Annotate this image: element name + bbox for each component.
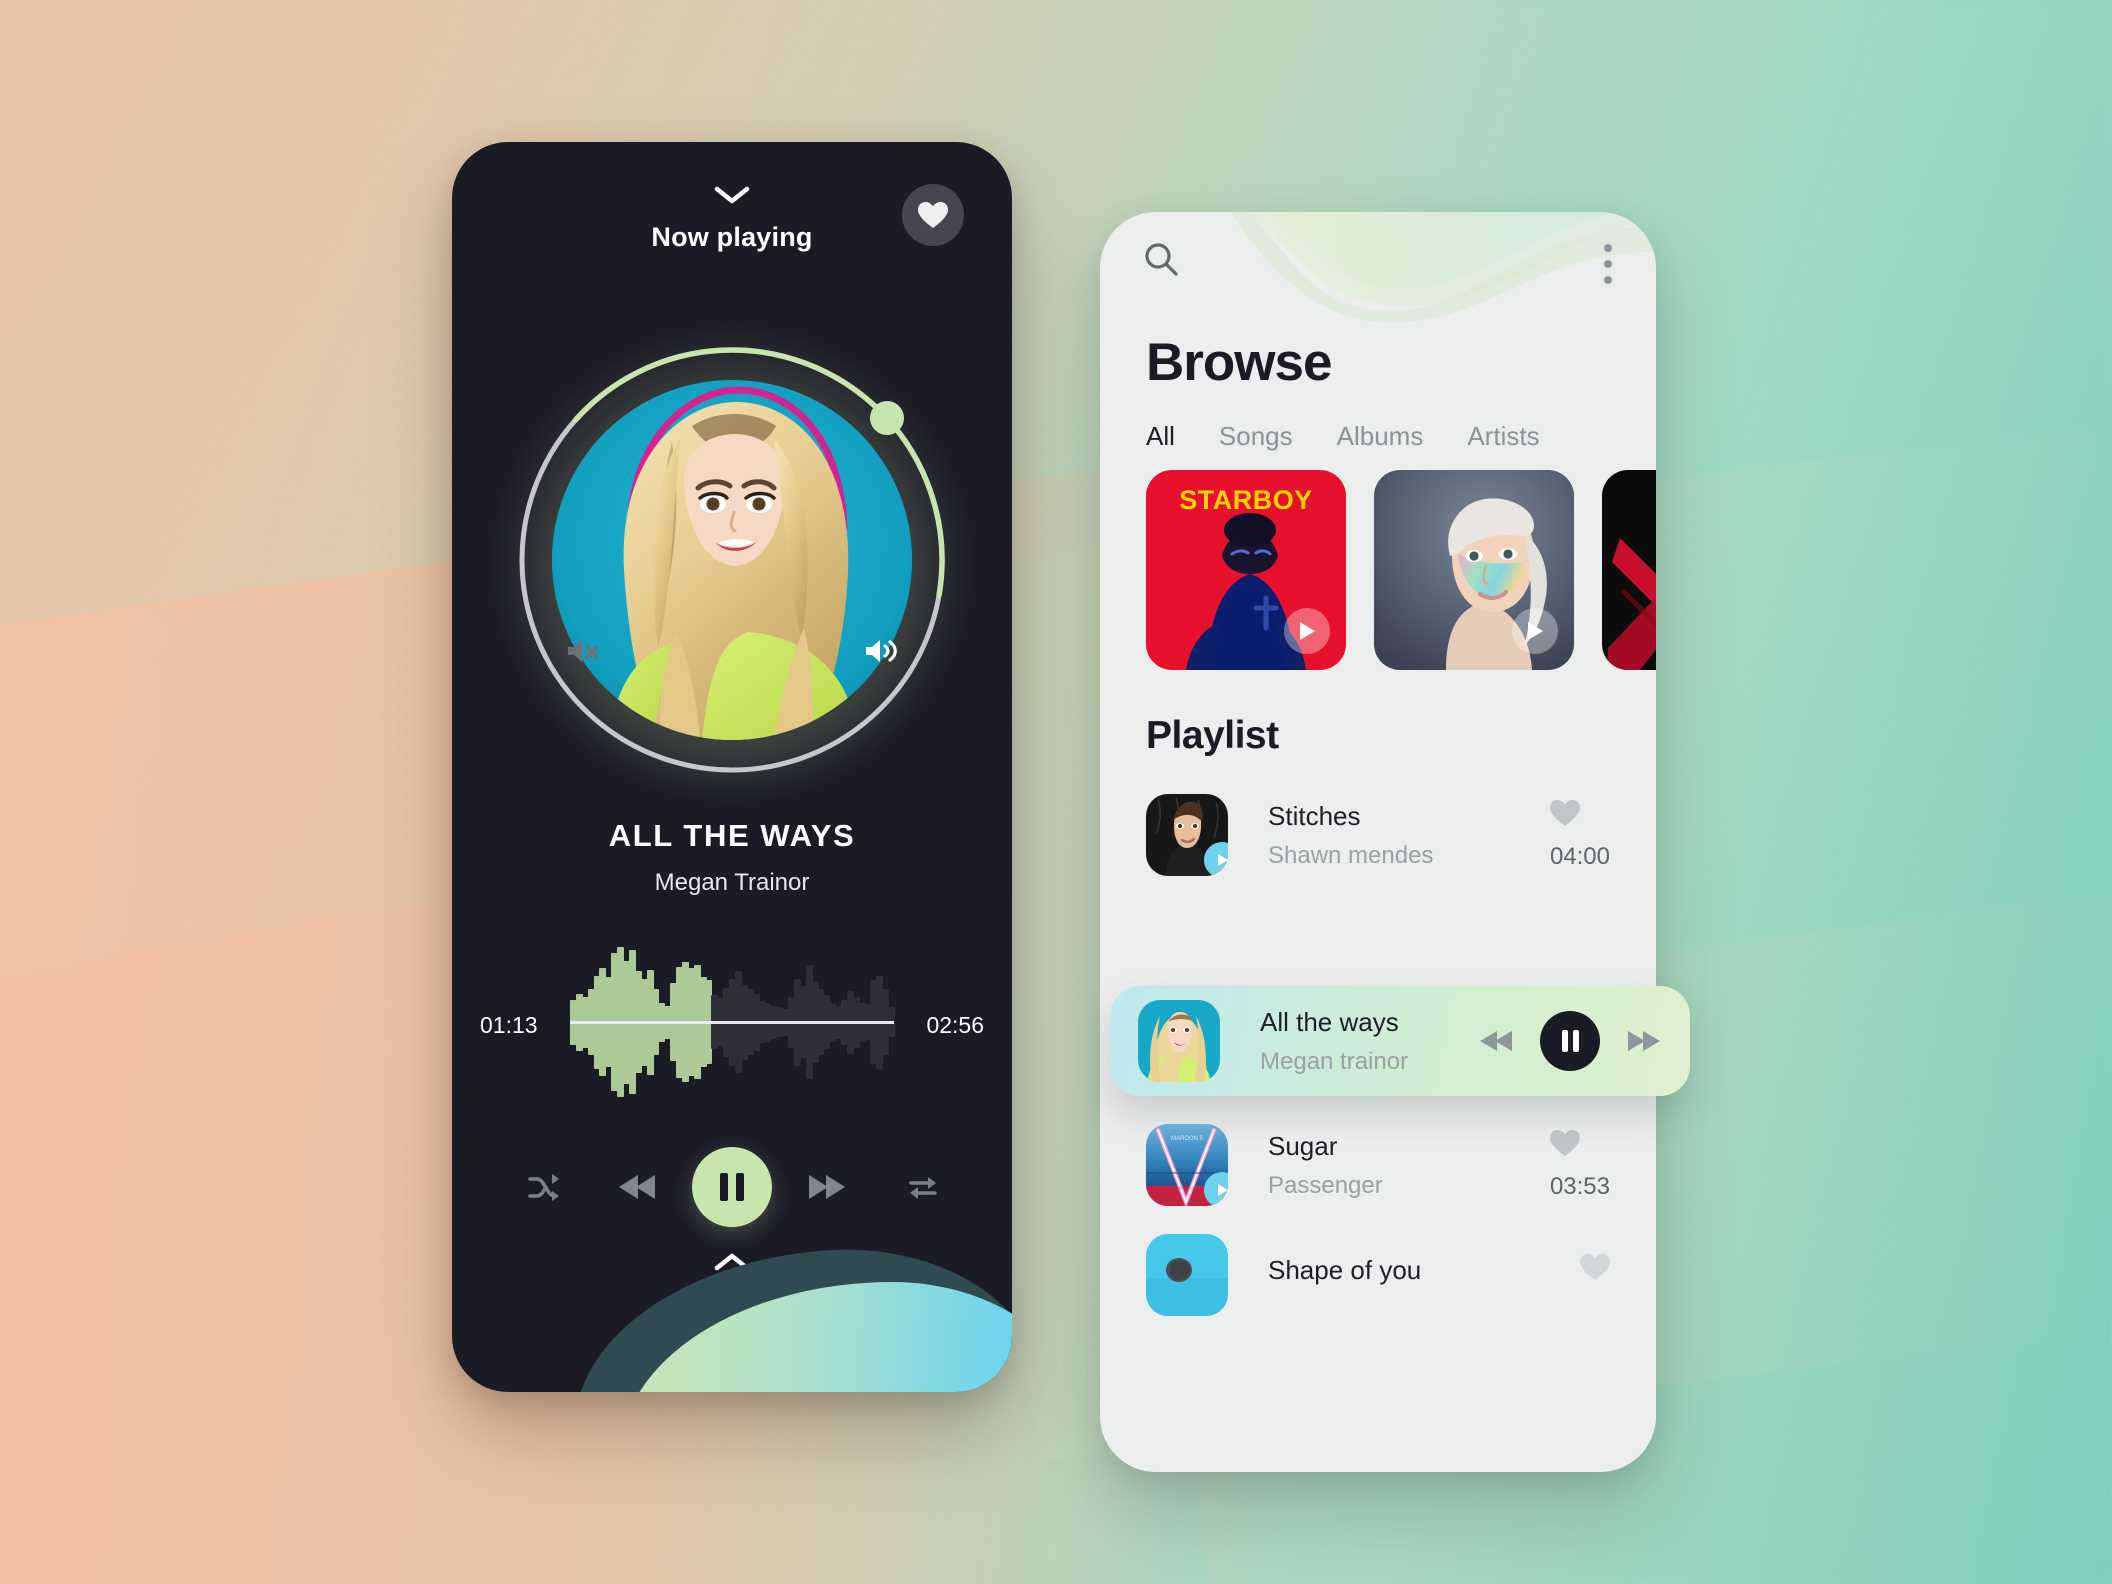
list-fade-overlay: [1100, 1362, 1656, 1472]
sweetener-album-card[interactable]: [1374, 470, 1574, 670]
shuffle-button[interactable]: [528, 1172, 562, 1202]
tab-songs[interactable]: Songs: [1219, 421, 1293, 452]
browse-tabs: All Songs Albums Artists: [1146, 421, 1540, 452]
rewind-icon: [1480, 1031, 1512, 1051]
favorite-heart-icon[interactable]: [1580, 1253, 1610, 1281]
pause-icon: [720, 1173, 728, 1201]
now-playing-thumbnail: [1138, 1000, 1220, 1082]
play-icon: [1528, 622, 1543, 640]
volume-up-icon[interactable]: [864, 637, 898, 665]
album-artwork: [552, 380, 912, 740]
tab-albums[interactable]: Albums: [1337, 421, 1424, 452]
page-title: Browse: [1146, 333, 1332, 392]
tab-all[interactable]: All: [1146, 421, 1175, 452]
list-item[interactable]: Stitches Shawn mendes 04:00: [1100, 780, 1656, 890]
player-controls: [452, 1142, 1012, 1232]
track-duration: 03:53: [1549, 1172, 1610, 1200]
list-item[interactable]: Shape of you: [1100, 1220, 1656, 1330]
now-playing-controls: [1478, 1011, 1662, 1071]
play-icon: [1216, 1293, 1229, 1307]
now-playing-next-button[interactable]: [1626, 1029, 1662, 1053]
next-button[interactable]: [807, 1173, 847, 1201]
more-vertical-icon: [1604, 276, 1612, 284]
pause-icon: [1561, 1030, 1568, 1052]
now-playing-artist-text: Megan trainor: [1260, 1047, 1409, 1075]
track-duration: 04:00: [1549, 842, 1610, 870]
album-card-carousel[interactable]: STARBOY: [1146, 470, 1656, 670]
track-artist: Passenger: [1268, 1171, 1383, 1199]
time-total: 02:56: [926, 1012, 984, 1038]
album-art-progress[interactable]: [502, 330, 962, 790]
track-title: Sugar: [1268, 1130, 1338, 1161]
player-song-title: ALL THE WAYS: [608, 818, 856, 853]
list-item[interactable]: MAROON 5 Sugar Passenger 03:53: [1100, 1110, 1656, 1220]
track-title: Stitches: [1268, 800, 1361, 831]
track-artist: Shawn mendes: [1268, 841, 1434, 869]
now-playing-previous-button[interactable]: [1478, 1029, 1514, 1053]
browse-phone-screen: Browse All Songs Albums Artists STARBOY: [1100, 212, 1656, 1472]
playlist-heading: Playlist: [1146, 714, 1279, 757]
repeat-button[interactable]: [906, 1172, 940, 1202]
pause-icon: [1572, 1030, 1579, 1052]
now-playing-pause-button[interactable]: [1540, 1011, 1600, 1071]
play-icon: [1300, 622, 1315, 640]
track-play-button[interactable]: [1204, 1172, 1228, 1206]
play-icon: [1217, 1184, 1228, 1196]
svg-text:MAROON 5: MAROON 5: [1171, 1136, 1204, 1142]
tab-artists[interactable]: Artists: [1467, 421, 1539, 452]
waveform-center-line: [570, 1021, 894, 1024]
track-play-button[interactable]: [1204, 842, 1228, 876]
previous-button[interactable]: [617, 1173, 657, 1201]
more-options-button[interactable]: [1604, 244, 1612, 284]
starboy-album-title: STARBOY: [1179, 485, 1313, 515]
heart-icon: [918, 201, 948, 228]
now-playing-row[interactable]: All the ways Megan trainor: [1110, 986, 1690, 1096]
track-title: Shape of you: [1268, 1254, 1422, 1285]
favorite-button[interactable]: [902, 184, 964, 246]
fast-forward-icon: [809, 1175, 845, 1199]
rewind-icon: [619, 1175, 655, 1199]
card-play-button[interactable]: [1512, 608, 1558, 654]
player-song-artist: Megan Trainor: [654, 869, 810, 896]
starboy-album-card[interactable]: STARBOY: [1146, 470, 1346, 670]
play-pause-button[interactable]: [692, 1147, 772, 1227]
red-x-album-card[interactable]: [1602, 470, 1656, 670]
pause-icon: [736, 1173, 744, 1201]
now-playing-title-text: All the ways: [1260, 1006, 1399, 1037]
player-phone-screen: Now playing ALL THE WAYS Megan Trainor 0…: [452, 142, 1012, 1392]
collapse-chevron-down-icon[interactable]: [713, 184, 751, 206]
card-play-button[interactable]: [1284, 608, 1330, 654]
fast-forward-icon: [1628, 1031, 1660, 1051]
favorite-heart-icon[interactable]: [1549, 1129, 1580, 1157]
track-thumbnail: [1146, 1234, 1228, 1316]
shuffle-icon: [528, 1174, 559, 1201]
waveform-seek-area[interactable]: 01:13 02:56: [452, 942, 1012, 1102]
track-thumbnail: MAROON 5: [1146, 1124, 1228, 1206]
volume-mute-icon[interactable]: [566, 637, 600, 665]
play-icon: [1217, 854, 1228, 866]
favorite-heart-icon[interactable]: [1549, 799, 1580, 827]
time-elapsed: 01:13: [480, 1012, 538, 1038]
more-vertical-icon: [1604, 244, 1612, 252]
track-thumbnail: [1146, 794, 1228, 876]
more-vertical-icon: [1604, 260, 1612, 268]
search-icon: [1145, 243, 1178, 276]
repeat-icon: [909, 1177, 937, 1199]
search-button[interactable]: [1144, 242, 1178, 276]
